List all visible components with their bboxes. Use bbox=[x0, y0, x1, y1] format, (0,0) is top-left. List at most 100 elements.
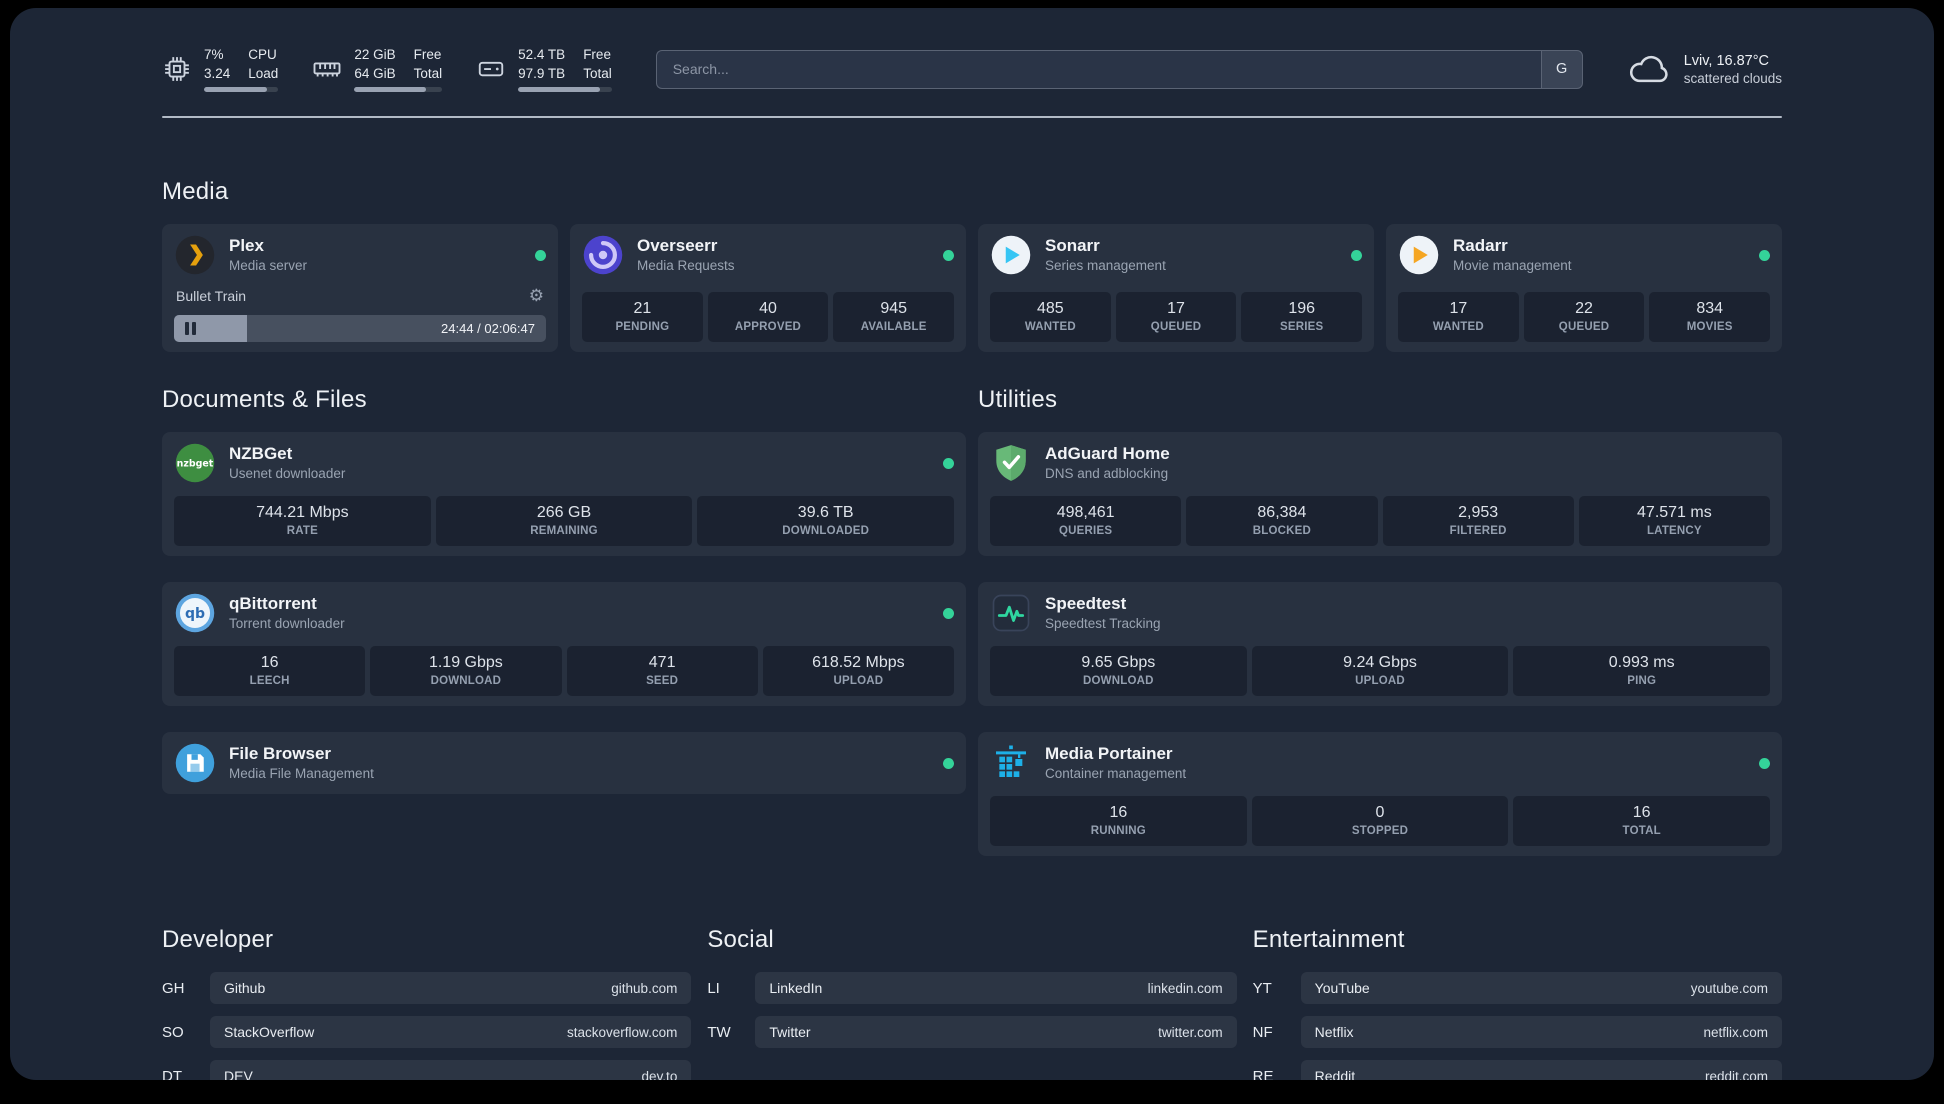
status-dot bbox=[1351, 249, 1362, 261]
stat-block: 0 STOPPED bbox=[1251, 796, 1509, 847]
bookmark-youtube[interactable]: YT YouTube youtube.com bbox=[1253, 972, 1782, 1005]
bookmark-linkedin[interactable]: LI LinkedIn linkedin.com bbox=[707, 972, 1237, 1005]
stat-label: RATE bbox=[286, 525, 318, 538]
stat-label: BLOCKED bbox=[1252, 525, 1311, 538]
stat-block: 618.52 Mbps UPLOAD bbox=[762, 646, 954, 697]
bookmark-group-entertainment: Entertainment YT YouTube youtube.com NF … bbox=[1253, 926, 1782, 1080]
stat-block: 9.65 Gbps DOWNLOAD bbox=[990, 646, 1247, 697]
qbittorrent-icon: qb bbox=[174, 592, 216, 634]
radarr-icon bbox=[1398, 234, 1440, 276]
stat-block: 945 AVAILABLE bbox=[833, 292, 955, 343]
search-provider-button[interactable]: G bbox=[1540, 49, 1583, 89]
radarr-card[interactable]: Radarr Movie management 17 WANTED 22 QUE… bbox=[1386, 224, 1782, 353]
stat-label: PING bbox=[1627, 675, 1657, 688]
stat-value: 47.571 ms bbox=[1637, 504, 1712, 522]
stat-label: WANTED bbox=[1432, 321, 1484, 334]
bookmark-dev[interactable]: DT DEV dev.to bbox=[162, 1060, 692, 1080]
service-name: File Browser bbox=[229, 744, 332, 764]
memory-total-label: Total bbox=[413, 65, 443, 81]
stat-block: 485 WANTED bbox=[990, 292, 1111, 343]
status-dot bbox=[943, 607, 954, 619]
pause-icon[interactable] bbox=[185, 322, 196, 336]
bookmark-github[interactable]: GH Github github.com bbox=[162, 972, 692, 1005]
stat-value: 86,384 bbox=[1257, 504, 1307, 522]
stat-block: 47.571 ms LATENCY bbox=[1578, 496, 1770, 547]
stat-value: 17 bbox=[1449, 300, 1468, 318]
overseerr-card[interactable]: Overseerr Media Requests 21 PENDING 40 A… bbox=[570, 224, 966, 353]
memory-total-value: 64 GiB bbox=[354, 65, 396, 81]
cpu-load-value: 3.24 bbox=[204, 65, 231, 81]
bookmark-url: youtube.com bbox=[1690, 980, 1768, 996]
memory-usage-bar bbox=[354, 87, 443, 93]
disk-total-label: Total bbox=[583, 65, 612, 81]
portainer-card[interactable]: Media Portainer Container management 16 … bbox=[978, 732, 1782, 857]
service-name: Radarr bbox=[1453, 236, 1508, 256]
stat-block: 86,384 BLOCKED bbox=[1186, 496, 1378, 547]
stat-value: 16 bbox=[260, 654, 279, 672]
bookmark-url: dev.to bbox=[641, 1068, 678, 1080]
stat-block: 196 SERIES bbox=[1241, 292, 1363, 343]
stat-label: UPLOAD bbox=[1355, 675, 1405, 688]
stat-label: REMAINING bbox=[530, 525, 598, 538]
search-input[interactable] bbox=[655, 49, 1541, 89]
stat-label: QUERIES bbox=[1059, 525, 1113, 538]
nzbget-icon: nzbget bbox=[174, 442, 216, 484]
filebrowser-icon bbox=[174, 742, 216, 784]
header-divider bbox=[162, 116, 1782, 119]
stat-value: 196 bbox=[1288, 300, 1316, 318]
stat-block: 266 GB REMAINING bbox=[435, 496, 693, 547]
stat-label: UPLOAD bbox=[833, 675, 884, 688]
stat-block: 16 LEECH bbox=[174, 646, 366, 697]
stat-label: AVAILABLE bbox=[860, 321, 927, 334]
stat-block: 1.19 Gbps DOWNLOAD bbox=[370, 646, 562, 697]
bookmark-abbr: RE bbox=[1252, 1067, 1274, 1080]
disk-usage-fill bbox=[518, 87, 600, 93]
stat-block: 40 APPROVED bbox=[707, 292, 829, 343]
stat-value: 485 bbox=[1036, 300, 1064, 318]
service-name: NZBGet bbox=[229, 444, 293, 464]
stat-value: 39.6 TB bbox=[797, 504, 854, 522]
stat-value: 9.65 Gbps bbox=[1081, 654, 1156, 672]
stat-value: 16 bbox=[1632, 804, 1651, 822]
filebrowser-card[interactable]: File Browser Media File Management bbox=[162, 732, 966, 795]
status-dot bbox=[943, 757, 954, 769]
bookmark-twitter[interactable]: TW Twitter twitter.com bbox=[707, 1016, 1237, 1049]
stat-value: 40 bbox=[759, 300, 777, 318]
cpu-chip-icon bbox=[162, 54, 192, 84]
cpu-label: CPU bbox=[248, 47, 277, 62]
stat-block: 9.24 Gbps UPLOAD bbox=[1251, 646, 1509, 697]
cpu-widget: 7% CPU 3.24 Load bbox=[162, 46, 279, 93]
media-section: Media Plex Media server Bullet Train ⚙ 2… bbox=[162, 178, 1782, 353]
sonarr-icon bbox=[990, 234, 1032, 276]
stat-block: 471 SEED bbox=[566, 646, 758, 697]
service-name: Media Portainer bbox=[1045, 744, 1173, 764]
plex-icon bbox=[174, 234, 216, 276]
bookmark-netflix[interactable]: NF Netflix netflix.com bbox=[1252, 1016, 1782, 1049]
status-dot bbox=[535, 249, 546, 261]
adguard-card[interactable]: AdGuard Home DNS and adblocking 498,461 … bbox=[978, 432, 1782, 557]
stat-value: 9.24 Gbps bbox=[1343, 654, 1417, 672]
bookmark-reddit[interactable]: RE Reddit reddit.com bbox=[1253, 1060, 1782, 1080]
nzbget-card[interactable]: nzbget NZBGet Usenet downloader 744.21 M… bbox=[162, 432, 966, 557]
bookmark-stackoverflow[interactable]: SO StackOverflow stackoverflow.com bbox=[162, 1016, 692, 1049]
disk-total-value: 97.9 TB bbox=[518, 65, 566, 81]
service-description: Media Requests bbox=[637, 258, 735, 274]
sonarr-card[interactable]: Sonarr Series management 485 WANTED 17 Q… bbox=[978, 224, 1374, 353]
stat-value: 834 bbox=[1696, 300, 1724, 318]
stat-block: 16 TOTAL bbox=[1513, 796, 1771, 847]
stat-label: LEECH bbox=[249, 675, 290, 688]
bookmark-name: YouTube bbox=[1314, 980, 1370, 997]
weather-condition: scattered clouds bbox=[1683, 70, 1782, 86]
speedtest-card[interactable]: Speedtest Speedtest Tracking 9.65 Gbps D… bbox=[978, 582, 1782, 707]
plex-card[interactable]: Plex Media server Bullet Train ⚙ 24:44 /… bbox=[162, 224, 558, 353]
bookmark-abbr: NF bbox=[1252, 1023, 1273, 1041]
section-title-developer: Developer bbox=[162, 926, 274, 954]
cloud-icon bbox=[1627, 52, 1671, 86]
top-bar: 7% CPU 3.24 Load 22 GiB Free 64 GiB Tota… bbox=[162, 46, 1782, 93]
qbittorrent-card[interactable]: qb qBittorrent Torrent downloader 16 LEE… bbox=[162, 582, 966, 707]
stat-label: LATENCY bbox=[1646, 525, 1702, 538]
status-dot bbox=[943, 457, 954, 469]
utilities-section: Utilities AdGuard Home DNS and adblockin… bbox=[978, 386, 1782, 857]
status-dot bbox=[1759, 757, 1770, 769]
gear-icon[interactable]: ⚙ bbox=[529, 286, 544, 306]
